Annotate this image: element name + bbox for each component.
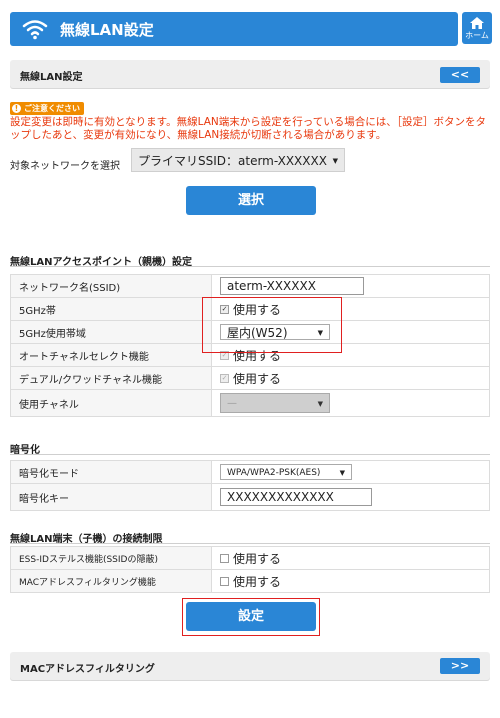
table-row: MACアドレスフィルタリング機能 使用する (10, 569, 490, 593)
network-select[interactable]: プライマリSSID：aterm-XXXXXX ▼ (131, 148, 345, 172)
forward-button[interactable]: >> (440, 658, 480, 674)
select-button[interactable]: 選択 (186, 186, 316, 215)
stealth-checkbox[interactable] (220, 553, 229, 563)
stealth-option: 使用する (233, 551, 282, 566)
mac-filter-cell: 使用する (211, 569, 490, 593)
table-row: 使用チャネル — ▼ (10, 389, 490, 417)
highlight-box (202, 297, 342, 353)
table-row: 暗号化キー XXXXXXXXXXXXX (10, 483, 490, 511)
enc-mode-select[interactable]: WPA/WPA2-PSK(AES) ▼ (220, 464, 352, 480)
dual-channel-cell: ✓ 使用する (211, 366, 490, 390)
table-row: デュアル/クワッドチャネル機能 ✓ 使用する (10, 366, 490, 390)
back-button[interactable]: << (440, 67, 480, 83)
enc-key-input[interactable]: XXXXXXXXXXXXX (220, 488, 372, 506)
channel-select[interactable]: — ▼ (220, 393, 330, 413)
chevron-down-icon: ▼ (332, 157, 338, 165)
warning-text: 設定変更は即時に有効となります。無線LAN端末から設定を行っている場合には、［設… (10, 116, 486, 141)
band5-use-label: 5GHz使用帯域 (10, 320, 212, 344)
caution-badge: ! ご注意ください (10, 102, 84, 115)
divider (10, 454, 490, 455)
mac-filter-label: MACアドレスフィルタリング機能 (10, 569, 212, 593)
ssid-input[interactable]: aterm-XXXXXX (220, 277, 364, 295)
enc-key-cell: XXXXXXXXXXXXX (211, 483, 490, 511)
page-title: 無線LAN設定 (60, 20, 154, 39)
enc-key-label: 暗号化キー (10, 483, 212, 511)
dual-channel-option: 使用する (233, 371, 282, 386)
enc-mode-value: WPA/WPA2-PSK(AES) (227, 468, 321, 478)
mac-filter-checkbox[interactable] (220, 576, 229, 586)
home-label: ホーム (465, 31, 489, 40)
table-row: ネットワーク名(SSID) aterm-XXXXXX (10, 274, 490, 298)
enc-mode-cell: WPA/WPA2-PSK(AES) ▼ (211, 460, 490, 484)
dual-channel-label: デュアル/クワッドチャネル機能 (10, 366, 212, 390)
chevron-down-icon: ▼ (339, 469, 345, 477)
table-row: ESS-IDステルス機能(SSIDの隠蔽) 使用する (10, 546, 490, 570)
mac-filtering-label: MACアドレスフィルタリング (20, 664, 155, 675)
mac-filtering-bar: MACアドレスフィルタリング >> (10, 652, 490, 680)
stealth-cell: 使用する (211, 546, 490, 570)
stealth-label: ESS-IDステルス機能(SSIDの隠蔽) (10, 546, 212, 570)
encryption-table: 暗号化モード WPA/WPA2-PSK(AES) ▼ 暗号化キー XXXXXXXX… (10, 460, 490, 511)
chevron-down-icon: ▼ (317, 400, 323, 408)
channel-value: — (227, 398, 237, 409)
channel-cell: — ▼ (211, 389, 490, 417)
band5-label: 5GHz帯 (10, 297, 212, 321)
mac-filter-option: 使用する (233, 574, 282, 589)
dual-channel-checkbox[interactable]: ✓ (220, 373, 229, 383)
home-button[interactable]: ホーム (462, 12, 492, 44)
divider (10, 543, 490, 544)
network-select-label: 対象ネットワークを選択 (10, 161, 120, 172)
section-bar-wireless: 無線LAN設定 << (10, 60, 490, 88)
ssid-label: ネットワーク名(SSID) (10, 274, 212, 298)
network-select-value: プライマリSSID：aterm-XXXXXX (138, 154, 327, 168)
exclamation-icon: ! (12, 104, 21, 113)
home-icon (470, 17, 484, 29)
ssid-cell: aterm-XXXXXX (211, 274, 490, 298)
section-bar-label: 無線LAN設定 (20, 72, 83, 83)
caution-label: ご注意ください (24, 104, 80, 113)
title-bar: 無線LAN設定 (10, 12, 458, 46)
divider (10, 266, 490, 267)
wifi-icon (22, 20, 48, 40)
restriction-table: ESS-IDステルス機能(SSIDの隠蔽) 使用する MACアドレスフィルタリン… (10, 546, 490, 593)
table-row: 暗号化モード WPA/WPA2-PSK(AES) ▼ (10, 460, 490, 484)
channel-label: 使用チャネル (10, 389, 212, 417)
enc-mode-label: 暗号化モード (10, 460, 212, 484)
auto-channel-label: オートチャネルセレクト機能 (10, 343, 212, 367)
apply-button[interactable]: 設定 (186, 602, 316, 631)
